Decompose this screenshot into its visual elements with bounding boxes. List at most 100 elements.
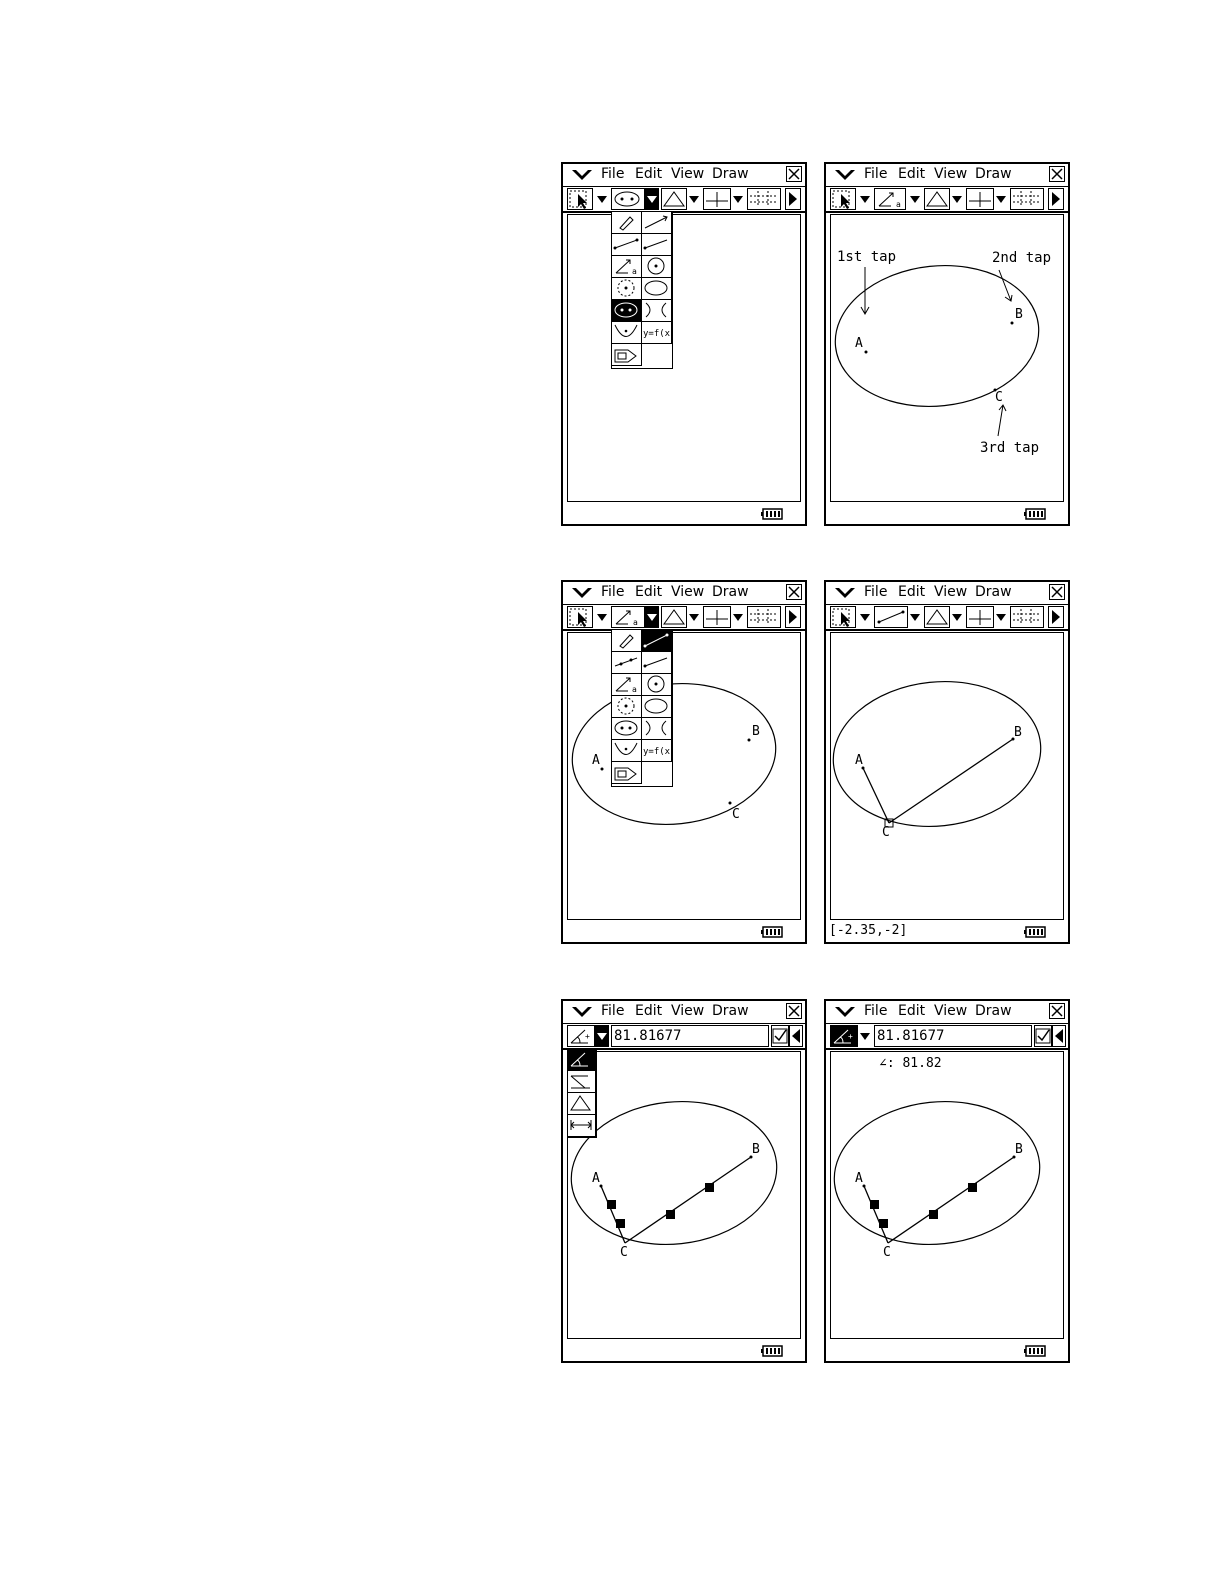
segment-tool-selected[interactable] (642, 630, 672, 652)
perpendicular-tool-dropdown[interactable] (731, 188, 745, 210)
grid-tool-button[interactable] (747, 188, 781, 210)
menu-view[interactable]: View (671, 584, 704, 600)
grid-tool-button[interactable] (1010, 188, 1044, 210)
triangle-tool-button[interactable] (661, 606, 687, 628)
attach-angle-tool-button[interactable]: a (874, 188, 906, 210)
menu-chevron-icon[interactable] (834, 585, 856, 601)
menu-draw[interactable]: Draw (712, 584, 749, 600)
close-button[interactable] (786, 166, 802, 182)
toolbar-scroll-left[interactable] (789, 1025, 803, 1047)
line-tool[interactable] (612, 652, 642, 674)
checkbox-button[interactable] (1034, 1025, 1052, 1047)
geometry-canvas[interactable]: A B C (567, 1051, 801, 1339)
menu-view[interactable]: View (671, 1003, 704, 1019)
triangle-tool-dropdown[interactable] (950, 188, 964, 210)
menu-draw[interactable]: Draw (712, 166, 749, 182)
segment-tool-dropdown[interactable] (908, 606, 922, 628)
angle-measure-button[interactable]: + (830, 1025, 858, 1047)
triangle-tool-dropdown[interactable] (687, 606, 701, 628)
attach-angle-dropdown[interactable] (645, 606, 659, 628)
menu-chevron-icon[interactable] (571, 167, 593, 183)
select-tool-button[interactable] (830, 606, 856, 628)
menu-view[interactable]: View (671, 166, 704, 182)
grid-tool-button[interactable] (747, 606, 781, 628)
congruent-angle-option[interactable] (568, 1071, 596, 1093)
polygon-tool[interactable] (612, 344, 642, 366)
select-tool-dropdown[interactable] (595, 188, 609, 210)
length-measure-option[interactable] (568, 1115, 596, 1137)
triangle-tool-dropdown[interactable] (950, 606, 964, 628)
menu-chevron-icon[interactable] (834, 1004, 856, 1020)
close-button[interactable] (1049, 1003, 1065, 1019)
menu-edit[interactable]: Edit (898, 166, 925, 182)
toolbar-scroll-right[interactable] (1048, 606, 1064, 628)
menu-draw[interactable]: Draw (975, 584, 1012, 600)
angle-measure-option[interactable] (568, 1049, 596, 1071)
attach-angle-tool[interactable]: a (612, 674, 642, 696)
menu-view[interactable]: View (934, 584, 967, 600)
grid-tool-button[interactable] (1010, 606, 1044, 628)
perpendicular-tool-dropdown[interactable] (731, 606, 745, 628)
vector-tool[interactable] (642, 212, 672, 234)
select-tool-dropdown[interactable] (595, 606, 609, 628)
function-tool[interactable]: y=f(x) (642, 322, 676, 344)
arc-tool[interactable] (642, 696, 672, 718)
attach-angle-tool[interactable]: a (612, 256, 642, 278)
perpendicular-tool-dropdown[interactable] (994, 188, 1008, 210)
menu-file[interactable]: File (864, 1003, 887, 1019)
triangle-tool-dropdown[interactable] (687, 188, 701, 210)
menu-file[interactable]: File (864, 584, 887, 600)
function-tool[interactable]: y=f(x) (642, 740, 676, 762)
pencil-tool[interactable] (612, 630, 642, 652)
hyperbola-tool[interactable] (642, 718, 672, 740)
perpendicular-tool-button[interactable] (966, 606, 994, 628)
triangle-measure-option[interactable] (568, 1093, 596, 1115)
toolbar-scroll-left[interactable] (1052, 1025, 1066, 1047)
toolbar-scroll-right[interactable] (785, 188, 801, 210)
menu-file[interactable]: File (864, 166, 887, 182)
menu-file[interactable]: File (601, 166, 624, 182)
segment-tool[interactable] (612, 234, 642, 256)
close-button[interactable] (1049, 166, 1065, 182)
parabola-tool[interactable] (612, 740, 642, 762)
perpendicular-tool-dropdown[interactable] (994, 606, 1008, 628)
polygon-tool[interactable] (612, 762, 642, 784)
select-tool-button[interactable] (567, 188, 593, 210)
menu-draw[interactable]: Draw (975, 166, 1012, 182)
menu-chevron-icon[interactable] (571, 1004, 593, 1020)
angle-measure-button[interactable]: + (567, 1025, 595, 1047)
menu-chevron-icon[interactable] (834, 167, 856, 183)
toolbar-scroll-right[interactable] (1048, 188, 1064, 210)
close-button[interactable] (786, 584, 802, 600)
dashed-circle-tool[interactable] (612, 696, 642, 718)
ray-tool[interactable] (642, 652, 672, 674)
geometry-canvas[interactable]: A B C (567, 632, 801, 920)
ellipse-tool-button[interactable] (611, 188, 645, 210)
menu-draw[interactable]: Draw (712, 1003, 749, 1019)
menu-draw[interactable]: Draw (975, 1003, 1012, 1019)
menu-edit[interactable]: Edit (635, 166, 662, 182)
triangle-tool-button[interactable] (924, 188, 950, 210)
measurement-value-field[interactable]: 81.81677 (874, 1025, 1032, 1047)
menu-chevron-icon[interactable] (571, 585, 593, 601)
ellipse-tool-dropdown[interactable] (645, 188, 659, 210)
toolbar-scroll-right[interactable] (785, 606, 801, 628)
circle-tool[interactable] (642, 674, 672, 696)
geometry-canvas[interactable]: 1st tap 2nd tap 3rd tap A B C (830, 214, 1064, 502)
circle-tool[interactable] (642, 256, 672, 278)
attach-angle-tool-button[interactable]: a (611, 606, 645, 628)
menu-edit[interactable]: Edit (635, 584, 662, 600)
close-button[interactable] (786, 1003, 802, 1019)
menu-edit[interactable]: Edit (898, 584, 925, 600)
triangle-tool-button[interactable] (924, 606, 950, 628)
ellipse-tool[interactable] (612, 718, 642, 740)
hyperbola-tool[interactable] (642, 300, 672, 322)
select-tool-dropdown[interactable] (858, 188, 872, 210)
select-tool-dropdown[interactable] (858, 606, 872, 628)
measure-type-dropdown[interactable] (595, 1025, 609, 1047)
measurement-value-field[interactable]: 81.81677 (611, 1025, 769, 1047)
close-button[interactable] (1049, 584, 1065, 600)
arc-tool[interactable] (642, 278, 672, 300)
perpendicular-tool-button[interactable] (966, 188, 994, 210)
dashed-circle-tool[interactable] (612, 278, 642, 300)
